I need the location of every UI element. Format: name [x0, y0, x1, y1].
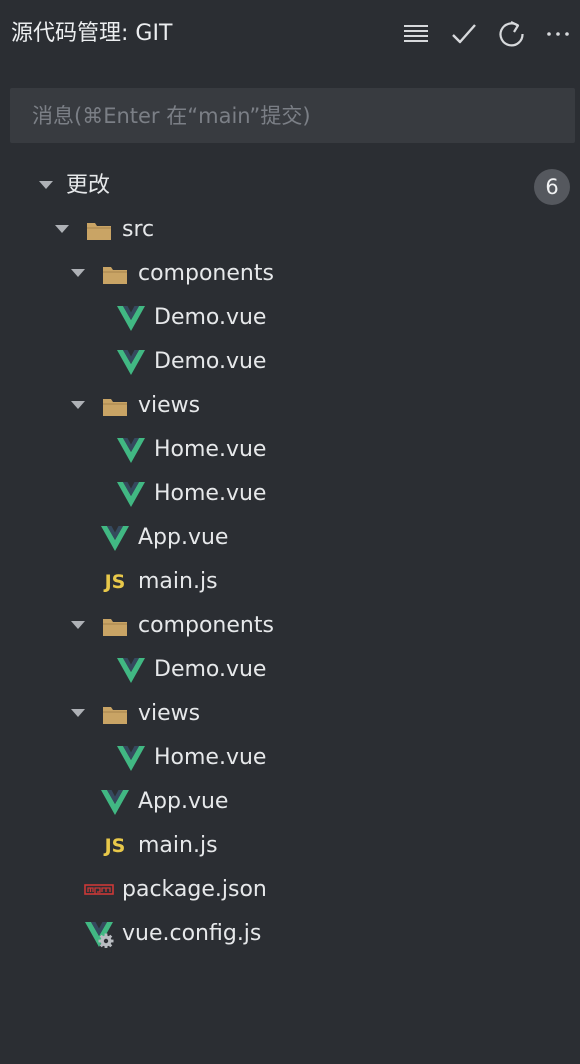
- tree-file-row[interactable]: App.vue: [0, 516, 580, 560]
- row-icon-slot: JS: [100, 832, 130, 860]
- row-icon-slot: [100, 524, 130, 552]
- tree-item-label: src: [122, 217, 155, 242]
- vue-file-icon: [101, 790, 129, 815]
- row-icon-slot: [84, 216, 114, 244]
- tree-item-label: views: [138, 701, 201, 726]
- chevron-down-icon[interactable]: [70, 707, 86, 719]
- tree-folder-row[interactable]: views: [0, 384, 580, 428]
- changes-group-label: 更改: [66, 173, 111, 198]
- folder-icon: [87, 223, 111, 240]
- list-view-icon: [404, 25, 428, 42]
- npm-package-icon: [84, 884, 114, 895]
- scm-header: 源代码管理: GIT: [0, 0, 580, 68]
- folder-icon: [103, 399, 127, 416]
- tree-item-label: Home.vue: [154, 481, 267, 506]
- tree-file-row[interactable]: Home.vue: [0, 736, 580, 780]
- row-icon-slot: [116, 656, 146, 684]
- refresh-button[interactable]: [495, 17, 529, 51]
- vue-file-icon: [117, 746, 145, 771]
- panel-title: 源代码管理: GIT: [11, 21, 173, 46]
- row-icon-slot: [100, 788, 130, 816]
- tree-item-label: main.js: [138, 833, 218, 858]
- tree-item-label: Home.vue: [154, 437, 267, 462]
- tree-item-label: App.vue: [138, 525, 229, 550]
- vue-file-icon: [117, 438, 145, 463]
- tree-folder-row[interactable]: src: [0, 208, 580, 252]
- row-icon-slot: [116, 348, 146, 376]
- changes-group-header[interactable]: 更改: [0, 164, 580, 208]
- tree-item-label: components: [138, 613, 274, 638]
- tree-file-row[interactable]: Demo.vue: [0, 340, 580, 384]
- commit-button[interactable]: [447, 17, 481, 51]
- tree-item-label: Demo.vue: [154, 305, 267, 330]
- chevron-down-icon[interactable]: [70, 267, 86, 279]
- tree-file-row[interactable]: Home.vue: [0, 472, 580, 516]
- row-icon-slot: [100, 700, 130, 728]
- tree-file-row[interactable]: vue.config.js: [0, 912, 580, 956]
- vue-file-icon: [117, 350, 145, 375]
- tree-item-label: main.js: [138, 569, 218, 594]
- tree-folder-row[interactable]: components: [0, 252, 580, 296]
- vue-config-file-icon: [85, 922, 114, 948]
- tree-folder-row[interactable]: views: [0, 692, 580, 736]
- row-icon-slot: [116, 744, 146, 772]
- javascript-file-icon: JS: [104, 835, 126, 857]
- tree-folder-row[interactable]: components: [0, 604, 580, 648]
- tree-item-label: package.json: [122, 877, 267, 902]
- vue-file-icon: [101, 526, 129, 551]
- more-actions-button[interactable]: [541, 17, 575, 51]
- vue-file-icon: [117, 482, 145, 507]
- javascript-file-icon: JS: [104, 571, 126, 593]
- tree-item-label: views: [138, 393, 201, 418]
- folder-icon: [103, 619, 127, 636]
- tree-file-row[interactable]: JS main.js: [0, 824, 580, 868]
- tree-item-label: vue.config.js: [122, 921, 262, 946]
- more-icon: [547, 32, 569, 36]
- commit-message-box: [10, 88, 575, 143]
- vue-file-icon: [117, 306, 145, 331]
- row-icon-slot: [100, 612, 130, 640]
- tree-file-row[interactable]: Demo.vue: [0, 296, 580, 340]
- chevron-down-icon: [39, 181, 53, 189]
- row-icon-slot: JS: [100, 568, 130, 596]
- row-icon-slot: [116, 436, 146, 464]
- row-icon-slot: [100, 392, 130, 420]
- tree-item-label: App.vue: [138, 789, 229, 814]
- row-icon-slot: [84, 876, 114, 904]
- check-icon: [452, 24, 476, 44]
- tree-item-label: components: [138, 261, 274, 286]
- chevron-down-icon[interactable]: [70, 619, 86, 631]
- tree-file-row[interactable]: package.json: [0, 868, 580, 912]
- tree-file-row[interactable]: App.vue: [0, 780, 580, 824]
- commit-message-input[interactable]: [10, 88, 575, 143]
- tree-item-label: Home.vue: [154, 745, 267, 770]
- tree-item-label: Demo.vue: [154, 349, 267, 374]
- tree-file-row[interactable]: JS main.js: [0, 560, 580, 604]
- tree-item-label: Demo.vue: [154, 657, 267, 682]
- row-icon-slot: [84, 920, 114, 948]
- row-icon-slot: [116, 304, 146, 332]
- refresh-icon: [499, 21, 524, 47]
- changes-count-badge: 6: [534, 169, 570, 205]
- chevron-down-icon[interactable]: [54, 223, 70, 235]
- row-icon-slot: [100, 260, 130, 288]
- view-as-list-button[interactable]: [399, 17, 433, 51]
- folder-icon: [103, 267, 127, 284]
- folder-icon: [103, 707, 127, 724]
- tree-file-row[interactable]: Demo.vue: [0, 648, 580, 692]
- chevron-down-icon[interactable]: [70, 399, 86, 411]
- vue-file-icon: [117, 658, 145, 683]
- tree-file-row[interactable]: Home.vue: [0, 428, 580, 472]
- row-icon-slot: [116, 480, 146, 508]
